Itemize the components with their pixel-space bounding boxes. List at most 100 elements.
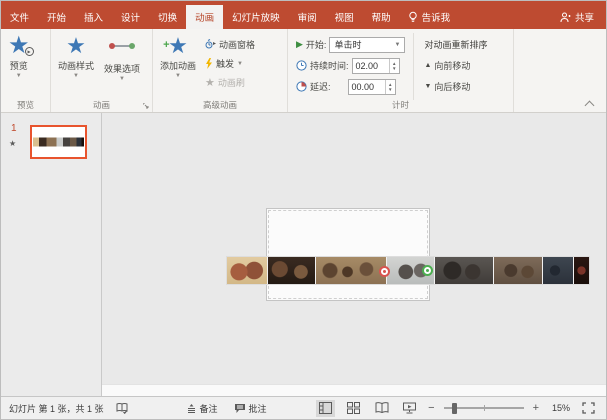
move-later-label: 向后移动 [434, 80, 470, 93]
slide-page[interactable] [266, 208, 430, 301]
triangle-up-icon: ▲ [424, 62, 431, 69]
zoom-level[interactable]: 15% [548, 403, 570, 413]
tab-file[interactable]: 文件 [1, 5, 38, 29]
motion-path-start-handle[interactable] [422, 265, 433, 276]
animation-group-label: 动画 [51, 99, 152, 111]
filmstrip-photo [227, 257, 267, 284]
powerpoint-window: 文件 开始 插入 设计 切换 动画 幻灯片放映 审阅 视图 帮助 告诉我 共享 … [0, 0, 607, 420]
share-button[interactable]: 共享 [548, 5, 606, 29]
delay-spinner[interactable]: ▲▼ [385, 80, 394, 94]
star-icon: ★ [66, 33, 86, 59]
trigger-button[interactable]: 触发 ▼ [201, 54, 259, 73]
zoom-center-tick [484, 405, 485, 411]
start-label: 开始: [306, 38, 327, 51]
start-play-icon: ▶ [296, 39, 303, 50]
animation-pane-icon [205, 39, 216, 50]
delay-value: 00.00 [349, 82, 386, 92]
spellcheck-book-icon [116, 402, 128, 414]
filmstrip-photo [543, 257, 573, 284]
start-row: ▶ 开始: 单击时 ▼ [296, 34, 405, 55]
spellcheck-button[interactable] [116, 402, 128, 414]
filmstrip-picture[interactable] [227, 257, 589, 284]
ribbon-group-advanced-animation: ★+ 添加动画 ▼ 动画窗格 触发 ▼ ★ 动画刷 高级动画 [153, 29, 288, 112]
move-earlier-button[interactable]: ▲ 向前移动 [424, 55, 487, 76]
collapse-ribbon-icon[interactable] [586, 101, 594, 106]
slide-number: 1 [11, 123, 17, 134]
tab-view[interactable]: 视图 [326, 5, 363, 29]
chevron-down-icon: ▼ [16, 73, 22, 79]
effect-options-label: 效果选项 [104, 62, 140, 75]
motion-path-end-handle[interactable] [379, 266, 390, 277]
duration-spinner[interactable]: ▲▼ [389, 59, 398, 73]
add-animation-button[interactable]: ★+ 添加动画 ▼ [155, 33, 201, 100]
filmstrip-photo [268, 257, 315, 284]
statusbar-right-cluster: − + 15% [316, 400, 598, 417]
zoom-out-button[interactable]: − [428, 402, 434, 414]
tab-help[interactable]: 帮助 [363, 5, 400, 29]
zoom-in-button[interactable]: + [533, 402, 539, 414]
advanced-animation-buttons: 动画窗格 触发 ▼ ★ 动画刷 [201, 33, 259, 100]
animation-painter-button[interactable]: ★ 动画刷 [201, 73, 259, 92]
duration-input[interactable]: 02.00 ▲▼ [352, 58, 400, 74]
zoom-slider[interactable] [444, 402, 524, 414]
tell-me-button[interactable]: 告诉我 [400, 5, 459, 29]
lightbulb-icon [408, 11, 418, 23]
slide-thumbnail[interactable] [30, 125, 87, 159]
animation-styles-label: 动画样式 [58, 59, 94, 72]
person-icon [560, 12, 571, 23]
duration-value: 02.00 [353, 61, 390, 71]
slideshow-view-button[interactable] [400, 400, 419, 417]
fit-to-window-icon [582, 402, 595, 414]
start-dropdown[interactable]: 单击时 ▼ [329, 37, 405, 53]
reading-view-button[interactable] [372, 400, 391, 417]
slide-counter: 幻灯片 第 1 张，共 1 张 [9, 402, 104, 415]
move-later-button[interactable]: ▼ 向后移动 [424, 76, 487, 97]
slideshow-icon [403, 402, 416, 414]
tab-design[interactable]: 设计 [112, 5, 149, 29]
dialog-launcher-icon[interactable] [143, 103, 149, 109]
notes-icon [186, 403, 197, 414]
slide-sorter-view-button[interactable] [344, 400, 363, 417]
normal-view-button[interactable] [316, 400, 335, 417]
timing-fields: ▶ 开始: 单击时 ▼ 持续时间: 02.00 ▲▼ [290, 33, 409, 100]
tab-slideshow[interactable]: 幻灯片放映 [223, 5, 289, 29]
duration-label: 持续时间: [310, 59, 349, 72]
chevron-down-icon: ▼ [119, 76, 125, 82]
add-animation-label: 添加动画 [160, 59, 196, 72]
duration-row: 持续时间: 02.00 ▲▼ [296, 55, 405, 76]
preview-button[interactable]: ★▶ 预览 ▼ [3, 33, 35, 100]
ribbon-group-timing: ▶ 开始: 单击时 ▼ 持续时间: 02.00 ▲▼ [288, 29, 514, 112]
reading-view-icon [375, 402, 389, 414]
animation-painter-label: 动画刷 [218, 76, 245, 89]
notes-button[interactable]: 备注 [186, 402, 218, 415]
comment-bubble-icon [234, 403, 246, 414]
slide-thumbnail-panel: 1 ★ [1, 113, 102, 396]
trigger-label: 触发 [216, 57, 234, 70]
horizontal-scrollbar[interactable] [102, 384, 606, 396]
delay-label: 延迟: [310, 80, 331, 93]
tab-animations[interactable]: 动画 [186, 5, 223, 29]
move-earlier-label: 向前移动 [434, 59, 470, 72]
zoom-thumb[interactable] [452, 403, 457, 414]
ribbon-animations: ★▶ 预览 ▼ 预览 ★ 动画样式 ▼ 效果选项 ▼ 动画 ★+ [1, 29, 606, 113]
menu-bar: 文件 开始 插入 设计 切换 动画 幻灯片放映 审阅 视图 帮助 告诉我 共享 [1, 1, 606, 29]
thumbnail-filmstrip-image [33, 138, 84, 147]
chevron-down-icon: ▼ [175, 73, 181, 79]
animation-styles-button[interactable]: ★ 动画样式 ▼ [53, 33, 99, 100]
tab-insert[interactable]: 插入 [75, 5, 112, 29]
effect-options-icon [111, 33, 133, 59]
fit-to-window-button[interactable] [579, 400, 598, 417]
tab-home[interactable]: 开始 [38, 5, 75, 29]
effect-options-button[interactable]: 效果选项 ▼ [99, 33, 145, 100]
animation-painter-icon: ★ [205, 76, 215, 89]
slide-canvas[interactable] [102, 113, 606, 396]
notes-label: 备注 [200, 402, 218, 415]
preview-label: 预览 [10, 59, 28, 72]
tab-review[interactable]: 审阅 [289, 5, 326, 29]
animation-pane-button[interactable]: 动画窗格 [201, 35, 259, 54]
tab-transitions[interactable]: 切换 [149, 5, 186, 29]
delay-input[interactable]: 00.00 ▲▼ [348, 79, 396, 95]
tell-me-label: 告诉我 [422, 10, 451, 24]
status-bar: 幻灯片 第 1 张，共 1 张 备注 批注 − [1, 396, 606, 419]
comments-button[interactable]: 批注 [234, 402, 267, 415]
